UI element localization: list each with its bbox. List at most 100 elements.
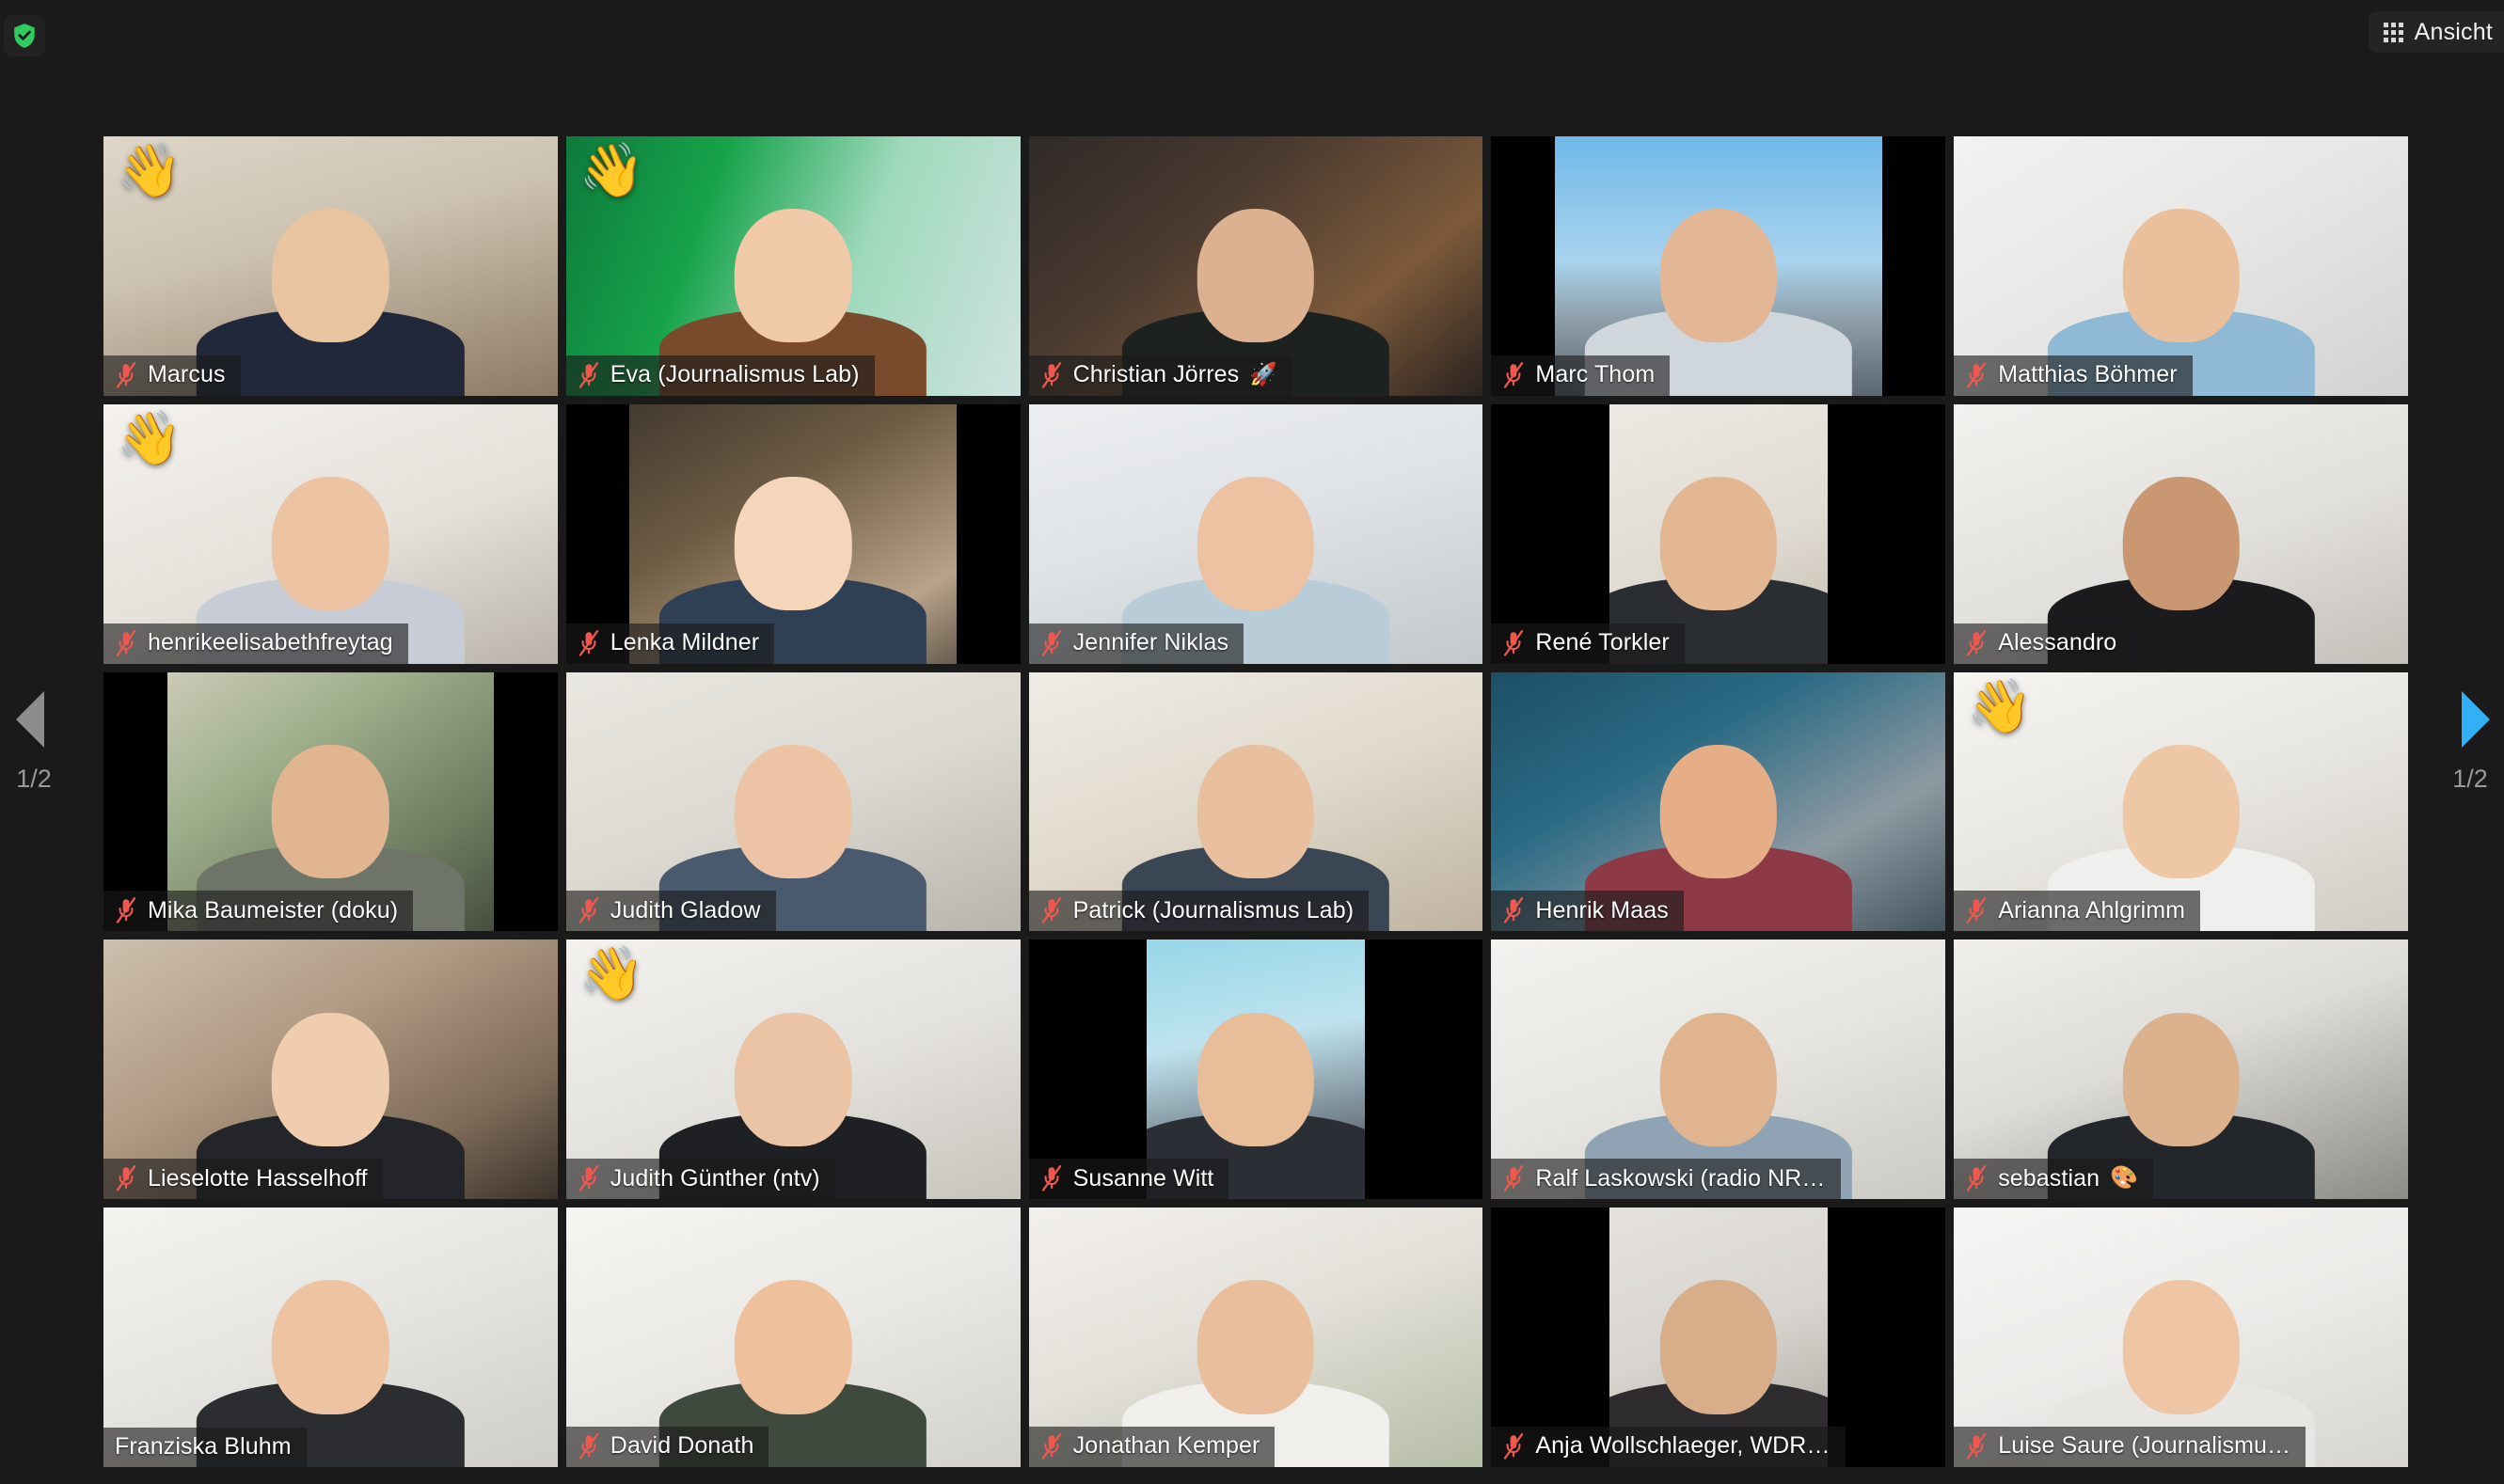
- muted-microphone-icon: [1041, 897, 1061, 924]
- participant-name: henrikeelisabethfreytag: [148, 629, 393, 656]
- raise-hand-reaction-icon: 👋: [578, 140, 645, 199]
- muted-microphone-icon: [1504, 897, 1524, 924]
- participant-nameplate: Eva (Journalismus Lab): [565, 355, 875, 396]
- participant-tile[interactable]: Anja Wollschlaeger, WDR…: [1491, 1208, 1946, 1467]
- participant-nameplate: Susanne Witt: [1028, 1159, 1229, 1200]
- participant-tile[interactable]: 👋 henrikeelisabethfreytag: [103, 403, 558, 664]
- muted-microphone-icon: [1041, 1165, 1061, 1192]
- raise-hand-reaction-icon: 👋: [578, 943, 645, 1003]
- participant-tile[interactable]: Henrik Maas: [1491, 671, 1946, 932]
- participant-tile[interactable]: Patrick (Journalismus Lab): [1028, 671, 1483, 932]
- participant-tile[interactable]: sebastian 🎨: [1954, 939, 2408, 1200]
- participant-name: Henrik Maas: [1535, 896, 1669, 924]
- participant-nameplate: Marc Thom: [1491, 355, 1671, 396]
- triangle-right-icon[interactable]: [2462, 690, 2490, 748]
- participant-name: David Donath: [610, 1432, 754, 1460]
- encryption-status-badge[interactable]: [4, 15, 45, 56]
- participant-tile[interactable]: Mika Baumeister (doku): [103, 671, 558, 932]
- participant-tile[interactable]: Alessandro: [1954, 403, 2408, 664]
- participant-tile[interactable]: Lenka Mildner: [565, 403, 1021, 664]
- participant-nameplate: Franziska Bluhm: [103, 1427, 307, 1467]
- participant-tile[interactable]: 👋 Eva (Journalismus Lab): [565, 136, 1021, 396]
- muted-microphone-icon: [1504, 1165, 1524, 1192]
- participant-nameplate: Marcus: [103, 355, 241, 396]
- participant-nameplate: Matthias Böhmer: [1954, 355, 2193, 396]
- muted-microphone-icon: [578, 629, 598, 656]
- participant-nameplate: sebastian 🎨: [1954, 1159, 2153, 1200]
- participant-nameplate: Ralf Laskowski (radio NR…: [1491, 1159, 1841, 1200]
- participant-tile[interactable]: Luise Saure (Journalismu…: [1954, 1208, 2408, 1467]
- participant-status-emoji: 🎨: [2110, 1165, 2138, 1192]
- participant-nameplate: Jennifer Niklas: [1028, 623, 1244, 664]
- participant-tile[interactable]: Judith Gladow: [565, 671, 1021, 932]
- participant-nameplate: Alessandro: [1954, 623, 2132, 664]
- muted-microphone-icon: [578, 897, 598, 924]
- participant-status-emoji: 🚀: [1249, 361, 1278, 387]
- participant-name: sebastian: [1998, 1164, 2100, 1192]
- raise-hand-reaction-icon: 👋: [117, 407, 182, 467]
- participant-nameplate: Judith Gladow: [565, 891, 776, 932]
- participant-tile[interactable]: Christian Jörres 🚀: [1028, 136, 1483, 396]
- muted-microphone-icon: [1041, 1433, 1061, 1460]
- participant-tile[interactable]: Susanne Witt: [1028, 939, 1483, 1200]
- muted-microphone-icon: [578, 361, 598, 388]
- participant-name: Alessandro: [1998, 629, 2117, 656]
- muted-microphone-icon: [116, 361, 136, 388]
- meeting-top-bar: Ansicht: [0, 0, 2504, 58]
- raise-hand-reaction-icon: 👋: [117, 140, 182, 199]
- participant-nameplate: Lieselotte Hasselhoff: [103, 1159, 383, 1200]
- raise-hand-reaction-icon: 👋: [1967, 675, 2033, 735]
- participant-nameplate: René Torkler: [1491, 623, 1685, 664]
- participant-name: Luise Saure (Journalismu…: [1998, 1432, 2291, 1460]
- participant-name: Susanne Witt: [1072, 1164, 1214, 1192]
- participant-name: Franziska Bluhm: [115, 1432, 292, 1460]
- muted-microphone-icon: [1041, 361, 1061, 388]
- participant-nameplate: Arianna Ahlgrimm: [1954, 891, 2201, 932]
- participant-name: Ralf Laskowski (radio NR…: [1535, 1164, 1826, 1192]
- page-indicator-right: 1/2: [2452, 764, 2488, 793]
- participant-name: Jennifer Niklas: [1072, 629, 1229, 656]
- participant-tile[interactable]: Franziska Bluhm: [103, 1208, 558, 1467]
- muted-microphone-icon: [116, 897, 136, 924]
- participant-tile[interactable]: Matthias Böhmer: [1954, 136, 2408, 396]
- participant-tile[interactable]: René Torkler: [1491, 403, 1946, 664]
- participant-name: Matthias Böhmer: [1998, 361, 2178, 388]
- view-button[interactable]: Ansicht: [2368, 11, 2504, 53]
- participant-name: Judith Gladow: [610, 896, 761, 924]
- participant-nameplate: Anja Wollschlaeger, WDR…: [1491, 1426, 1846, 1467]
- participant-name: Jonathan Kemper: [1072, 1432, 1260, 1460]
- participant-tile[interactable]: Jonathan Kemper: [1028, 1208, 1483, 1467]
- participant-nameplate: Luise Saure (Journalismu…: [1954, 1426, 2306, 1467]
- triangle-left-icon[interactable]: [16, 690, 44, 748]
- participant-tile[interactable]: Ralf Laskowski (radio NR…: [1491, 939, 1946, 1200]
- shield-check-icon: [14, 24, 35, 48]
- participant-nameplate: Mika Baumeister (doku): [103, 891, 414, 932]
- participant-nameplate: Jonathan Kemper: [1028, 1426, 1276, 1467]
- participant-nameplate: David Donath: [565, 1426, 769, 1467]
- participant-tile[interactable]: Lieselotte Hasselhoff: [103, 939, 558, 1200]
- previous-page-control[interactable]: 1/2: [0, 0, 68, 1484]
- participant-nameplate: Christian Jörres 🚀: [1028, 355, 1293, 396]
- participant-name: René Torkler: [1535, 629, 1670, 656]
- participant-tile[interactable]: Jennifer Niklas: [1028, 403, 1483, 664]
- participant-name: Lenka Mildner: [610, 629, 760, 656]
- participant-name: Lieselotte Hasselhoff: [148, 1164, 368, 1192]
- next-page-control[interactable]: 1/2: [2436, 0, 2504, 1484]
- participant-tile[interactable]: Marc Thom: [1491, 136, 1946, 396]
- participant-nameplate: Patrick (Journalismus Lab): [1028, 891, 1370, 932]
- participant-nameplate: henrikeelisabethfreytag: [103, 623, 408, 664]
- participant-name: Anja Wollschlaeger, WDR…: [1535, 1432, 1830, 1460]
- muted-microphone-icon: [1967, 897, 1987, 924]
- grid-icon: [2383, 22, 2403, 42]
- muted-microphone-icon: [1041, 629, 1061, 656]
- muted-microphone-icon: [1967, 1433, 1987, 1460]
- participant-name: Judith Günther (ntv): [610, 1164, 820, 1192]
- participant-tile[interactable]: 👋 Arianna Ahlgrimm: [1954, 671, 2408, 932]
- participant-name: Eva (Journalismus Lab): [610, 361, 860, 388]
- page-indicator-left: 1/2: [16, 764, 52, 793]
- participant-name: Marcus: [148, 361, 226, 388]
- participant-tile[interactable]: David Donath: [565, 1208, 1021, 1467]
- participant-tile[interactable]: 👋 Judith Günther (ntv): [565, 939, 1021, 1200]
- participant-tile[interactable]: 👋 Marcus: [103, 136, 558, 396]
- participant-nameplate: Lenka Mildner: [565, 623, 775, 664]
